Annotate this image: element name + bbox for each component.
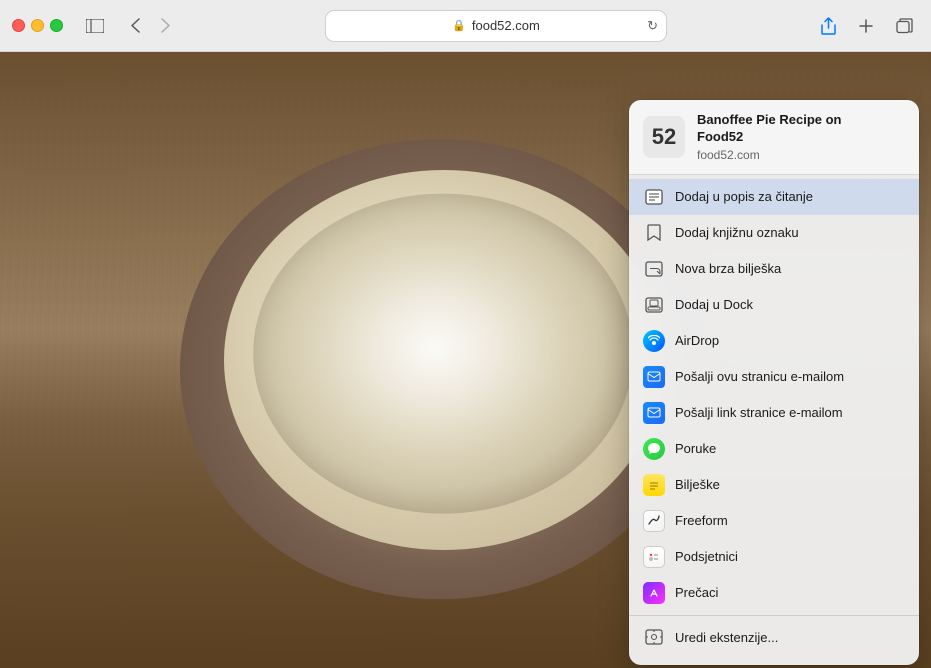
address-bar[interactable]: 🔒 food52.com ↻ <box>326 11 666 41</box>
shortcuts-icon <box>643 582 665 604</box>
new-tab-button[interactable] <box>851 12 881 40</box>
site-url: food52.com <box>697 148 905 162</box>
notes-icon <box>643 474 665 496</box>
site-info: Banoffee Pie Recipe onFood52 food52.com <box>697 112 905 162</box>
bookmark-icon <box>643 222 665 244</box>
mail-link-icon <box>643 402 665 424</box>
reading-list-label: Dodaj u popis za čitanje <box>675 189 813 204</box>
menu-items: Dodaj u popis za čitanje Dodaj knjižnu o… <box>629 175 919 660</box>
shortcuts-label: Prečaci <box>675 585 718 600</box>
dock-icon <box>643 294 665 316</box>
menu-divider <box>629 615 919 616</box>
reminders-label: Podsjetnici <box>675 549 738 564</box>
pie-spiral <box>253 194 633 514</box>
toolbar-right <box>813 12 919 40</box>
page-content: 52 Banoffee Pie Recipe onFood52 food52.c… <box>0 52 931 668</box>
menu-item-quick-note[interactable]: Nova brza bilješka <box>629 251 919 287</box>
mail-page-icon <box>643 366 665 388</box>
menu-item-reminders[interactable]: Podsjetnici <box>629 539 919 575</box>
close-button[interactable] <box>12 19 25 32</box>
quick-note-icon <box>643 258 665 280</box>
menu-item-mail-link[interactable]: Pošalji link stranice e-mailom <box>629 395 919 431</box>
menu-item-reading-list[interactable]: Dodaj u popis za čitanje <box>629 179 919 215</box>
menu-item-dock[interactable]: Dodaj u Dock <box>629 287 919 323</box>
notes-label: Bilješke <box>675 477 720 492</box>
menu-item-shortcuts[interactable]: Prečaci <box>629 575 919 611</box>
menu-item-airdrop[interactable]: AirDrop <box>629 323 919 359</box>
url-display[interactable]: food52.com <box>472 18 540 33</box>
reading-list-icon <box>643 186 665 208</box>
freeform-label: Freeform <box>675 513 728 528</box>
airdrop-label: AirDrop <box>675 333 719 348</box>
mail-page-label: Pošalji ovu stranicu e-mailom <box>675 369 844 384</box>
menu-item-freeform[interactable]: Freeform <box>629 503 919 539</box>
mail-link-label: Pošalji link stranice e-mailom <box>675 405 843 420</box>
menu-item-extensions[interactable]: Uredi ekstenzije... <box>629 619 919 655</box>
nav-controls <box>121 12 179 40</box>
freeform-icon <box>643 510 665 532</box>
address-bar-container: 🔒 food52.com ↻ <box>187 11 805 41</box>
minimize-button[interactable] <box>31 19 44 32</box>
menu-header: 52 Banoffee Pie Recipe onFood52 food52.c… <box>629 100 919 175</box>
dock-label: Dodaj u Dock <box>675 297 753 312</box>
reminders-icon <box>643 546 665 568</box>
quick-note-label: Nova brza bilješka <box>675 261 781 276</box>
menu-item-mail-page[interactable]: Pošalji ovu stranicu e-mailom <box>629 359 919 395</box>
lock-icon: 🔒 <box>452 19 466 32</box>
airdrop-icon <box>643 330 665 352</box>
reload-button[interactable]: ↻ <box>647 18 658 34</box>
site-icon: 52 <box>643 116 685 158</box>
extensions-label: Uredi ekstenzije... <box>675 630 778 645</box>
menu-item-notes[interactable]: Bilješke <box>629 467 919 503</box>
menu-item-messages[interactable]: Poruke <box>629 431 919 467</box>
forward-button[interactable] <box>151 12 179 40</box>
traffic-lights <box>12 19 63 32</box>
menu-item-bookmark[interactable]: Dodaj knjižnu oznaku <box>629 215 919 251</box>
back-button[interactable] <box>121 12 149 40</box>
sidebar-toggle-button[interactable] <box>81 16 109 36</box>
site-title: Banoffee Pie Recipe onFood52 <box>697 112 905 146</box>
messages-icon <box>643 438 665 460</box>
fullscreen-button[interactable] <box>50 19 63 32</box>
extensions-icon <box>643 626 665 648</box>
share-menu: 52 Banoffee Pie Recipe onFood52 food52.c… <box>629 100 919 665</box>
bookmark-label: Dodaj knjižnu oznaku <box>675 225 799 240</box>
tabs-button[interactable] <box>889 12 919 40</box>
browser-toolbar: 🔒 food52.com ↻ <box>0 0 931 52</box>
share-button[interactable] <box>813 12 843 40</box>
messages-label: Poruke <box>675 441 716 456</box>
